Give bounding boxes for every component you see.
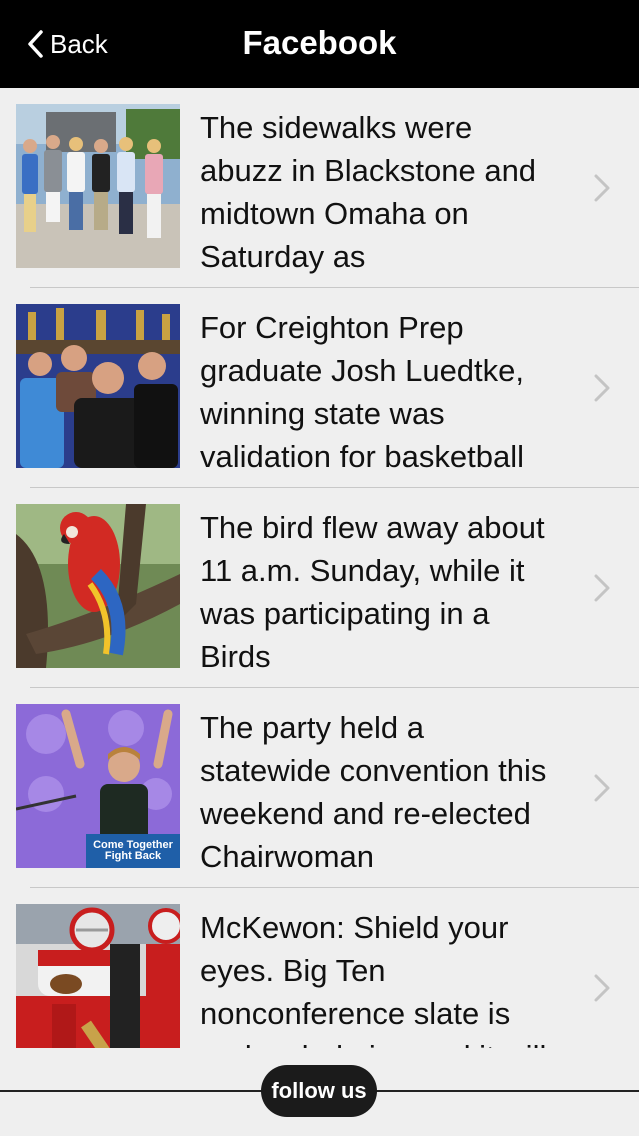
news-feed-list[interactable]: The sidewalks were abuzz in Blackstone a… [0, 88, 639, 1048]
article-snippet: For Creighton Prep graduate Josh Luedtke… [200, 310, 525, 474]
list-item[interactable]: Come Together Fight Back The party held … [0, 688, 639, 888]
article-thumbnail [16, 104, 180, 268]
chevron-right-icon [594, 374, 610, 402]
article-thumbnail [16, 504, 180, 668]
article-snippet: The bird flew away about 11 a.m. Sunday,… [200, 510, 545, 674]
chevron-right-icon [594, 174, 610, 202]
follow-us-button[interactable]: follow us [261, 1065, 377, 1117]
chevron-right-icon [594, 774, 610, 802]
article-thumbnail [16, 304, 180, 468]
page-title: Facebook [242, 24, 397, 61]
chevron-right-icon [594, 974, 610, 1002]
article-snippet: The sidewalks were abuzz in Blackstone a… [200, 110, 537, 274]
article-snippet: McKewon: Shield your eyes. Big Ten nonco… [200, 910, 546, 1048]
top-navigation-bar: Back Facebook [0, 0, 639, 88]
list-item[interactable]: The bird flew away about 11 a.m. Sunday,… [0, 488, 639, 688]
image-caption-overlay: Come Together Fight Back [93, 839, 173, 862]
list-item[interactable]: The sidewalks were abuzz in Blackstone a… [0, 88, 639, 288]
list-item[interactable]: McKewon: Shield your eyes. Big Ten nonco… [0, 888, 639, 1048]
chevron-right-icon [594, 574, 610, 602]
list-item[interactable]: For Creighton Prep graduate Josh Luedtke… [0, 288, 639, 488]
article-thumbnail [16, 904, 180, 1048]
article-snippet: The party held a statewide convention th… [200, 710, 547, 874]
article-thumbnail: Come Together Fight Back [16, 704, 180, 868]
